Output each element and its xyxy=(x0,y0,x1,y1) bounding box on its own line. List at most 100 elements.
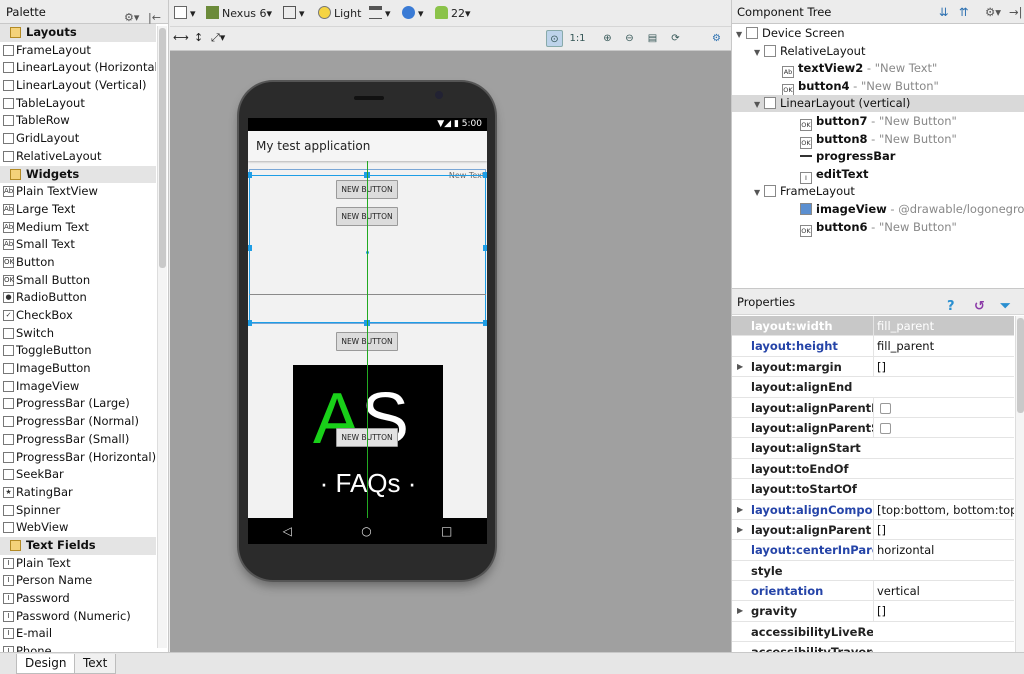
property-value[interactable] xyxy=(873,417,1014,439)
tab-design[interactable]: Design xyxy=(16,654,76,674)
property-value[interactable]: [] xyxy=(873,356,1014,378)
palette-scrollbar[interactable] xyxy=(157,26,167,648)
fit-width-icon[interactable]: ⟷ xyxy=(173,30,189,46)
expand-arrow-icon[interactable]: ▼ xyxy=(754,96,764,113)
property-value[interactable]: [] xyxy=(873,601,1014,622)
palette-item[interactable]: ProgressBar (Normal) xyxy=(0,413,156,431)
recents-icon[interactable]: □ xyxy=(441,524,452,538)
palette-item[interactable]: I Password xyxy=(0,590,156,608)
properties-scrollbar[interactable] xyxy=(1015,316,1024,652)
settings-gear-icon[interactable]: ⚙ xyxy=(708,30,725,47)
palette-item[interactable]: LinearLayout (Horizontal) xyxy=(0,59,156,77)
property-row[interactable]: orientation vertical xyxy=(732,581,1014,602)
screenshot-icon[interactable]: ▤ xyxy=(644,30,661,47)
property-value[interactable] xyxy=(873,397,1014,418)
palette-item[interactable]: I Plain Text xyxy=(0,555,156,573)
palette-item[interactable]: WebView xyxy=(0,519,156,537)
palette-category[interactable]: Text Fields xyxy=(0,536,156,555)
property-value[interactable]: vertical xyxy=(873,581,1014,602)
fit-height-icon[interactable]: ↕ xyxy=(194,30,203,46)
palette-item[interactable]: ✓ CheckBox xyxy=(0,307,156,325)
palette-item[interactable]: OK Button xyxy=(0,254,156,272)
palette-item[interactable]: FrameLayout xyxy=(0,42,156,60)
palette-item[interactable]: Ab Plain TextView xyxy=(0,183,156,201)
property-row[interactable]: layout:toStartOf xyxy=(732,479,1014,500)
property-checkbox[interactable] xyxy=(880,402,891,414)
expand-arrow-icon[interactable]: ▶ xyxy=(737,520,743,540)
resize-icon[interactable]: ⤢▾ xyxy=(211,30,225,46)
palette-item[interactable]: RelativeLayout xyxy=(0,148,156,166)
zoom-in-icon[interactable]: ⊕ xyxy=(599,30,616,47)
layout-file-dropdown[interactable]: ▾ xyxy=(174,6,196,22)
property-value[interactable]: fill_parent xyxy=(873,316,1014,337)
orientation-dropdown[interactable]: ▾ xyxy=(283,6,305,22)
back-icon[interactable]: ◁ xyxy=(283,524,292,538)
palette-item[interactable]: GridLayout xyxy=(0,130,156,148)
palette-item[interactable]: ● RadioButton xyxy=(0,289,156,307)
hide-panel-icon[interactable]: →| xyxy=(1009,0,1023,24)
palette-item[interactable]: ImageButton xyxy=(0,360,156,378)
property-value[interactable]: [top:bottom, bottom:top] xyxy=(873,499,1014,520)
palette-item[interactable]: I Password (Numeric) xyxy=(0,608,156,626)
property-value[interactable]: fill_parent xyxy=(873,336,1014,357)
tree-node[interactable]: imageView - @drawable/logonegro xyxy=(732,201,1024,218)
palette-item[interactable]: Ab Large Text xyxy=(0,201,156,219)
property-row[interactable]: layout:alignStart xyxy=(732,438,1014,459)
palette-item[interactable]: Spinner xyxy=(0,502,156,520)
tree-node[interactable]: OK button6 - "New Button" xyxy=(732,219,1024,237)
resize-handle[interactable] xyxy=(483,320,487,326)
property-row[interactable]: ▶ layout:margin [] xyxy=(732,356,1014,378)
expand-all-icon[interactable]: ⇊ xyxy=(939,0,949,24)
palette-item[interactable]: TableRow xyxy=(0,112,156,130)
tab-text[interactable]: Text xyxy=(74,654,117,674)
gear-icon[interactable]: ⚙▾ xyxy=(985,0,1001,24)
palette-item[interactable]: ProgressBar (Small) xyxy=(0,431,156,449)
palette-item[interactable]: I Person Name xyxy=(0,572,156,590)
expand-arrow-icon[interactable]: ▼ xyxy=(754,184,764,201)
property-row[interactable]: layout:centerInParenthorizontal xyxy=(732,540,1014,561)
palette-item[interactable]: I E-mail xyxy=(0,625,156,643)
collapse-all-icon[interactable]: ⇈ xyxy=(959,0,969,24)
tree-node[interactable]: ▼ RelativeLayout xyxy=(732,43,1024,60)
tree-node[interactable]: ▼ FrameLayout xyxy=(732,183,1024,200)
property-row[interactable]: accessibilityLiveRegion xyxy=(732,622,1014,643)
property-row[interactable]: layout:alignEnd xyxy=(732,377,1014,398)
property-checkbox[interactable] xyxy=(880,422,891,434)
property-row[interactable]: ▶ layout:alignComponent[top:bottom, botto… xyxy=(732,499,1014,520)
tree-node[interactable]: OK button4 - "New Button" xyxy=(732,78,1024,96)
home-icon[interactable]: ○ xyxy=(361,524,371,538)
palette-item[interactable]: Ab Medium Text xyxy=(0,219,156,237)
device-screen[interactable]: ▼◢ ▮ 5:00 My test application New Text N… xyxy=(248,118,487,544)
palette-item[interactable]: ★ RatingBar xyxy=(0,484,156,502)
property-value[interactable]: horizontal xyxy=(873,540,1014,561)
property-value[interactable]: [] xyxy=(873,519,1014,541)
property-row[interactable]: layout:alignParentStart xyxy=(732,417,1014,439)
palette-item[interactable]: ProgressBar (Large) xyxy=(0,395,156,413)
palette-item[interactable]: ToggleButton xyxy=(0,342,156,360)
tree-node[interactable]: ▼ Device Screen xyxy=(732,25,1024,42)
property-row[interactable]: layout:height fill_parent xyxy=(732,336,1014,357)
palette-category[interactable]: Widgets xyxy=(0,165,156,184)
tree-node[interactable]: progressBar xyxy=(732,148,1024,165)
property-row[interactable]: layout:width fill_parent xyxy=(732,316,1014,337)
property-row[interactable]: layout:toEndOf xyxy=(732,459,1014,480)
palette-category[interactable]: Layouts xyxy=(0,24,156,42)
api-dropdown[interactable]: 22▾ xyxy=(435,6,471,22)
property-row[interactable]: accessibilityTraversal xyxy=(732,642,1014,652)
palette-item[interactable]: Ab Small Text xyxy=(0,236,156,254)
activity-dropdown[interactable]: ▾ xyxy=(369,6,391,22)
locale-dropdown[interactable]: ▾ xyxy=(402,6,424,22)
expand-arrow-icon[interactable]: ▼ xyxy=(754,44,764,61)
palette-item[interactable]: I Phone xyxy=(0,643,156,652)
palette-item[interactable]: SeekBar xyxy=(0,466,156,484)
resize-handle[interactable] xyxy=(483,245,487,251)
palette-item[interactable]: LinearLayout (Vertical) xyxy=(0,77,156,95)
palette-item[interactable]: TableLayout xyxy=(0,95,156,113)
resize-handle[interactable] xyxy=(248,245,252,251)
palette-item[interactable]: ProgressBar (Horizontal) xyxy=(0,449,156,467)
property-row[interactable]: ▶ layout:alignParent[] xyxy=(732,519,1014,541)
tree-node[interactable]: Ab textView2 - "New Text" xyxy=(732,60,1024,79)
resize-handle[interactable] xyxy=(483,172,487,178)
zoom-to-fit-icon[interactable]: ⊙ xyxy=(546,30,563,47)
expand-arrow-icon[interactable]: ▼ xyxy=(736,26,746,43)
